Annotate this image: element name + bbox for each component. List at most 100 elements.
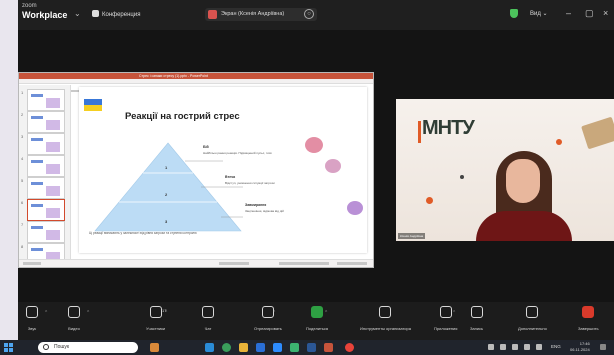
level-3-number: 3 — [165, 219, 168, 224]
view-label: Вид — [530, 11, 541, 17]
share-screen-icon — [208, 10, 217, 19]
record-button[interactable]: Запись — [470, 306, 483, 331]
caret-icon[interactable]: ⌃ — [44, 310, 48, 316]
level-1-label: Бій — [203, 145, 209, 149]
thumbnail-number: 8 — [21, 244, 24, 249]
mic-label: Звук — [27, 326, 37, 331]
slide-thumbnail[interactable]: 5 — [21, 177, 65, 199]
end-button[interactable]: Завершить — [578, 306, 599, 331]
taskbar-app-icon[interactable] — [222, 343, 231, 352]
react-button[interactable]: ⌃ Отреагировать — [254, 306, 282, 331]
end-label: Завершить — [578, 326, 599, 331]
tray-icon[interactable] — [488, 344, 494, 350]
react-label: Отреагировать — [254, 326, 282, 331]
taskbar-app-icon[interactable] — [150, 343, 159, 352]
stop-view-icon[interactable]: ○ — [304, 9, 314, 19]
participants-label: Участники — [146, 326, 166, 331]
more-button[interactable]: Дополнительно — [518, 306, 547, 331]
taskbar-app-icon[interactable] — [239, 343, 248, 352]
brain-character-icon — [325, 159, 341, 173]
zoom-logo: zoom Workplace — [22, 3, 67, 20]
video-label: Видео — [68, 326, 80, 331]
slide-thumbnail[interactable]: 2 — [21, 111, 65, 133]
chat-icon — [202, 306, 214, 318]
video-button[interactable]: ⌃ Видео — [68, 306, 90, 331]
taskbar-clock[interactable]: 17:46 06.11.2024 — [570, 341, 590, 353]
taskbar-search[interactable]: Пошук — [38, 342, 138, 353]
slide-thumbnail[interactable]: 4 — [21, 155, 65, 177]
minimize-icon[interactable]: – — [566, 8, 571, 18]
taskbar-app-icon[interactable] — [205, 343, 214, 352]
mic-button[interactable]: ⌃ Звук — [26, 306, 48, 331]
chat-label: Чат — [204, 326, 212, 331]
mic-icon — [26, 306, 38, 318]
powerpoint-taskbar-icon[interactable] — [324, 343, 333, 352]
thumbnail-number: 4 — [21, 156, 24, 161]
video-icon — [68, 306, 80, 318]
level-2-number: 2 — [165, 192, 168, 197]
end-icon — [582, 306, 595, 318]
caret-icon[interactable]: ⌃ — [164, 310, 168, 316]
zoom-window: zoom Workplace ⌄ Конференция Экран (Ксен… — [18, 0, 614, 340]
record-label: Запись — [470, 326, 484, 331]
taskbar-app-icon[interactable] — [256, 343, 265, 352]
participants-button[interactable]: 17 ⌃ Участники — [146, 306, 168, 331]
search-placeholder: Пошук — [54, 344, 70, 350]
thumbnail-number: 6 — [21, 200, 24, 205]
zoom-logo-small: zoom — [22, 3, 37, 9]
video-tile[interactable]: МНТУ Ксенія Андріївна — [396, 99, 614, 241]
caret-icon[interactable]: ⌃ — [272, 310, 276, 316]
host-tools-button[interactable]: Инструменты организатора — [360, 306, 411, 331]
conference-menu[interactable]: Конференция — [92, 10, 140, 18]
gear-icon — [92, 10, 99, 17]
participant-body — [476, 211, 572, 241]
notifications-icon[interactable] — [600, 344, 606, 350]
ppt-ribbon — [19, 79, 373, 92]
participant-name: Ксенія Андріївна — [398, 233, 426, 239]
zoom-taskbar-icon[interactable] — [273, 343, 282, 352]
apps-icon — [439, 306, 452, 318]
word-taskbar-icon[interactable] — [307, 343, 316, 352]
slide: Реакції на гострий стрес 1 2 3 Бій Найбі… — [79, 87, 367, 253]
security-shield-icon[interactable] — [510, 9, 518, 18]
zoom-titlebar: zoom Workplace ⌄ Конференция Экран (Ксен… — [18, 0, 614, 30]
apps-label: Приложения — [434, 326, 458, 331]
tray-icon[interactable] — [512, 344, 518, 350]
chrome-taskbar-icon[interactable] — [345, 343, 354, 352]
clock-date: 06.11.2024 — [570, 347, 590, 352]
record-icon — [470, 306, 483, 318]
close-icon[interactable]: × — [603, 8, 608, 18]
share-label: Экран (Ксенія Андріївна) — [221, 11, 285, 17]
level-2-desc: Відступ, уникнення ситуації загрози — [225, 181, 275, 185]
taskbar-app-icon[interactable] — [290, 343, 299, 352]
share-button[interactable]: ⌃ Поделиться — [306, 306, 328, 331]
host-tools-label: Инструменты организатора — [360, 326, 411, 331]
windows-start-icon[interactable] — [4, 343, 13, 352]
wifi-icon[interactable] — [524, 344, 530, 350]
apps-button[interactable]: ⌃ Приложения — [434, 306, 457, 331]
screen-share-indicator[interactable]: Экран (Ксенія Андріївна) ○ — [205, 8, 317, 21]
windows-taskbar: Пошук ENG 17:46 06.11.2024 — [0, 340, 614, 355]
slide-thumbnail[interactable]: 6 — [21, 199, 65, 221]
decor-dot — [426, 197, 433, 204]
caret-icon[interactable]: ⌃ — [86, 310, 90, 316]
caret-icon[interactable]: ⌃ — [452, 310, 456, 316]
host-tools-icon — [379, 306, 392, 318]
level-1-desc: Найбільш рання реакція. Підвищений пульс… — [203, 151, 272, 155]
view-menu[interactable]: Вид ⌄ — [530, 10, 548, 17]
slide-thumbnail[interactable]: 3 — [21, 133, 65, 155]
search-icon — [43, 344, 49, 350]
thumbnail-number: 2 — [21, 112, 24, 117]
chat-button[interactable]: Чат — [202, 306, 214, 331]
maximize-icon[interactable]: ▢ — [585, 8, 594, 19]
level-2-label: Втеча — [225, 175, 236, 179]
chevron-down-icon[interactable]: ⌄ — [74, 9, 81, 18]
logo-bar — [418, 121, 421, 143]
slide-thumbnail[interactable]: 7 — [21, 221, 65, 243]
language-indicator[interactable]: ENG — [551, 344, 561, 349]
caret-icon[interactable]: ⌃ — [324, 310, 328, 316]
brain-character-icon — [305, 137, 323, 153]
volume-icon[interactable] — [536, 344, 542, 350]
tray-icon[interactable] — [500, 344, 506, 350]
slide-thumbnail[interactable]: 1 — [21, 89, 65, 111]
